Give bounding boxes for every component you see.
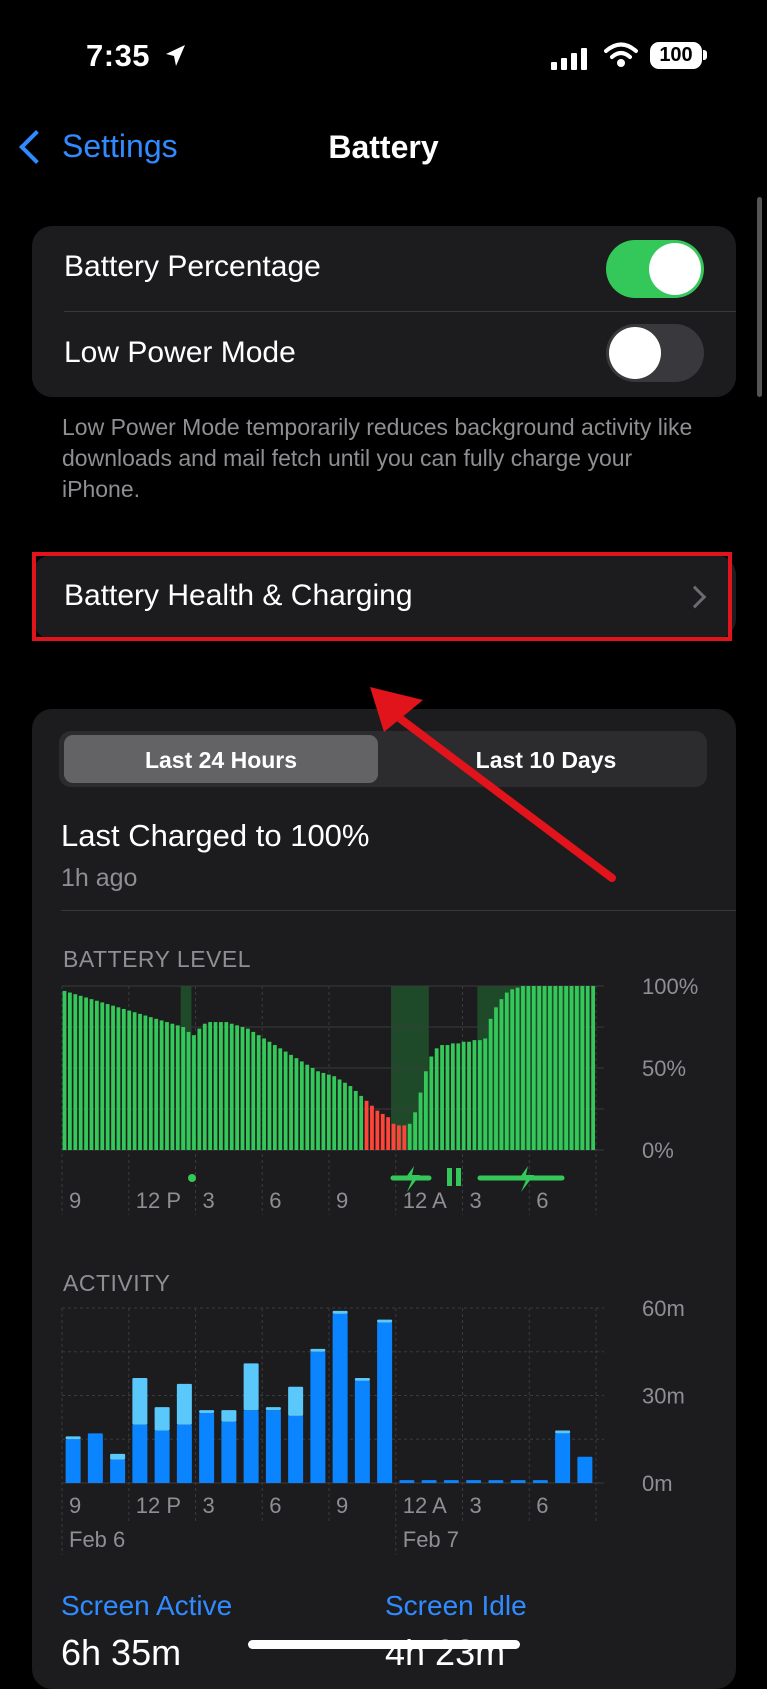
annotation-arrow [370,687,616,882]
home-indicator[interactable] [248,1640,520,1649]
